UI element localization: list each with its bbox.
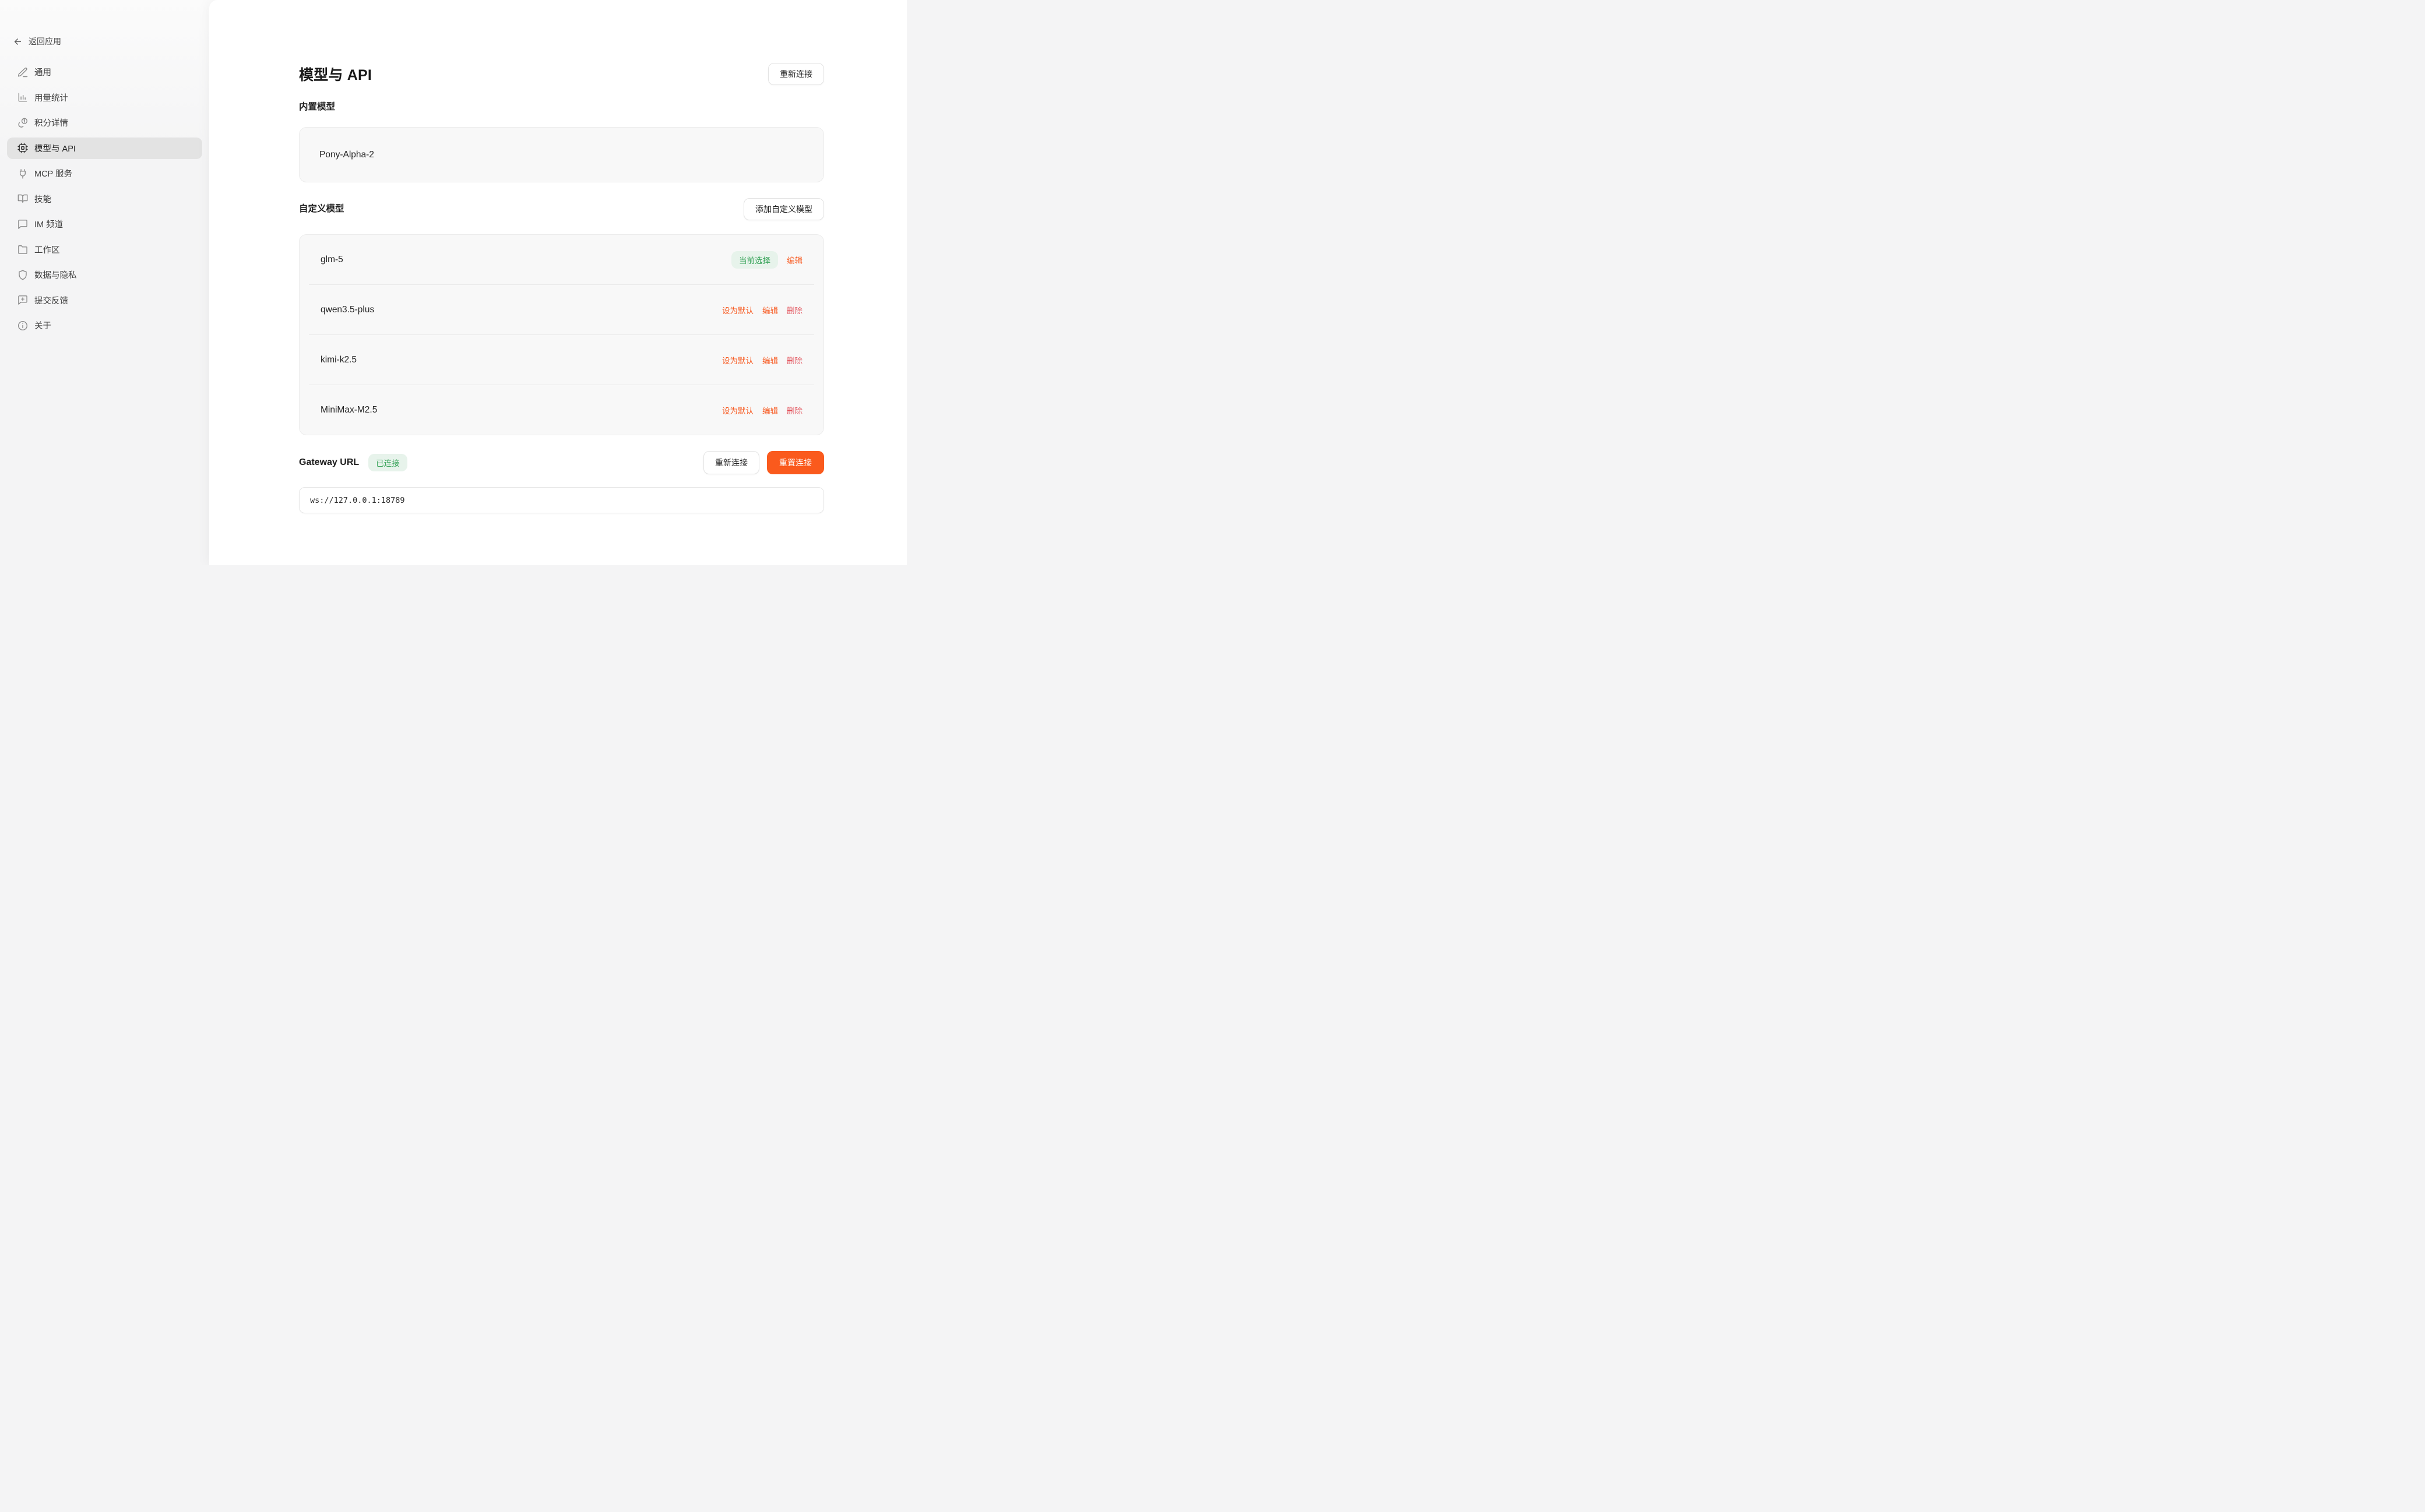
- gateway-url-left: Gateway URL 已连接: [299, 454, 407, 471]
- sidebar-item-models-api[interactable]: 模型与 API: [7, 138, 202, 159]
- sidebar-item-label: 用量统计: [34, 91, 68, 104]
- model-name: MiniMax-M2.5: [321, 405, 377, 415]
- sidebar-item-data-privacy[interactable]: 数据与隐私: [7, 264, 202, 286]
- delete-link[interactable]: 删除: [787, 354, 803, 366]
- page-header: 模型与 API 重新连接: [299, 63, 824, 85]
- sidebar-item-label: 模型与 API: [34, 142, 76, 154]
- set-default-link[interactable]: 设为默认: [722, 354, 754, 366]
- sidebar-item-workspace[interactable]: 工作区: [7, 239, 202, 260]
- gateway-buttons: 重新连接 重置连接: [703, 451, 824, 474]
- sidebar-item-feedback[interactable]: 提交反馈: [7, 290, 202, 311]
- info-icon: [17, 320, 29, 332]
- sidebar-item-label: 工作区: [34, 244, 60, 256]
- sidebar-nav: 通用 用量统计 积分详情 模型与 API MCP 服务 技能: [7, 61, 202, 340]
- chat-bubble-icon: [17, 218, 29, 230]
- delete-link[interactable]: 删除: [787, 404, 803, 416]
- shield-icon: [17, 269, 29, 281]
- sidebar-item-im-channels[interactable]: IM 频道: [7, 213, 202, 235]
- bar-chart-icon: [17, 91, 29, 103]
- folder-icon: [17, 244, 29, 255]
- builtin-model-card: Pony-Alpha-2: [299, 127, 824, 182]
- arrow-left-icon: [13, 37, 23, 47]
- custom-models-list: glm-5 当前选择 编辑 qwen3.5-plus 设为默认 编辑 删除: [299, 234, 824, 435]
- sidebar-item-label: 积分详情: [34, 117, 68, 129]
- sidebar-item-label: IM 频道: [34, 218, 63, 230]
- page-title: 模型与 API: [299, 64, 372, 84]
- model-row-qwen: qwen3.5-plus 设为默认 编辑 删除: [300, 285, 823, 334]
- edit-link[interactable]: 编辑: [762, 354, 778, 366]
- gateway-reset-button[interactable]: 重置连接: [767, 451, 824, 474]
- back-to-app-link[interactable]: 返回应用: [7, 37, 202, 46]
- model-row-kimi: kimi-k2.5 设为默认 编辑 删除: [300, 335, 823, 385]
- model-name: glm-5: [321, 255, 343, 265]
- plug-icon: [17, 168, 29, 179]
- sidebar-item-skills[interactable]: 技能: [7, 188, 202, 210]
- sidebar-item-mcp-services[interactable]: MCP 服务: [7, 163, 202, 184]
- sidebar-item-label: MCP 服务: [34, 167, 72, 179]
- sidebar-item-credits[interactable]: 积分详情: [7, 112, 202, 133]
- sidebar-item-usage-stats[interactable]: 用量统计: [7, 87, 202, 108]
- model-row-minimax: MiniMax-M2.5 设为默认 编辑 删除: [300, 385, 823, 435]
- row-actions: 设为默认 编辑 删除: [722, 304, 803, 316]
- gateway-url-label: Gateway URL: [299, 457, 359, 468]
- gateway-url-row: Gateway URL 已连接 重新连接 重置连接: [299, 451, 824, 474]
- gateway-url-input[interactable]: [299, 487, 824, 513]
- sidebar-item-label: 通用: [34, 66, 51, 78]
- back-label: 返回应用: [29, 36, 61, 47]
- model-row-glm-5: glm-5 当前选择 编辑: [300, 235, 823, 284]
- sidebar-item-label: 数据与隐私: [34, 269, 77, 281]
- main-panel: 模型与 API 重新连接 内置模型 Pony-Alpha-2 自定义模型 添加自…: [209, 0, 907, 565]
- row-actions: 当前选择 编辑: [731, 251, 803, 269]
- builtin-models-heading: 内置模型: [299, 103, 824, 112]
- edit-link[interactable]: 编辑: [762, 404, 778, 416]
- set-default-link[interactable]: 设为默认: [722, 304, 754, 316]
- sidebar: 返回应用 通用 用量统计 积分详情 模型与 API MCP 服务: [0, 0, 209, 565]
- sidebar-item-label: 技能: [34, 193, 51, 205]
- current-selection-badge: 当前选择: [731, 251, 778, 269]
- settings-window: 返回应用 通用 用量统计 积分详情 模型与 API MCP 服务: [0, 0, 907, 565]
- model-name: kimi-k2.5: [321, 355, 357, 365]
- row-actions: 设为默认 编辑 删除: [722, 404, 803, 416]
- sidebar-item-about[interactable]: 关于: [7, 315, 202, 336]
- pencil-icon: [17, 66, 29, 78]
- feedback-icon: [17, 294, 29, 306]
- gateway-reconnect-button[interactable]: 重新连接: [703, 451, 759, 474]
- sidebar-item-label: 关于: [34, 319, 51, 332]
- row-actions: 设为默认 编辑 删除: [722, 354, 803, 366]
- delete-link[interactable]: 删除: [787, 304, 803, 316]
- sidebar-item-general[interactable]: 通用: [7, 61, 202, 83]
- connected-status-badge: 已连接: [368, 454, 407, 471]
- custom-models-header: 自定义模型 添加自定义模型: [299, 198, 824, 220]
- custom-models-heading: 自定义模型: [299, 205, 344, 214]
- set-default-link[interactable]: 设为默认: [722, 404, 754, 416]
- model-name: qwen3.5-plus: [321, 305, 374, 315]
- reconnect-button[interactable]: 重新连接: [768, 63, 824, 85]
- book-open-icon: [17, 193, 29, 205]
- builtin-model-name: Pony-Alpha-2: [319, 150, 374, 160]
- add-custom-model-button[interactable]: 添加自定义模型: [744, 198, 824, 220]
- sidebar-item-label: 提交反馈: [34, 294, 68, 306]
- coins-icon: [17, 117, 29, 129]
- cpu-icon: [17, 142, 29, 154]
- edit-link[interactable]: 编辑: [787, 254, 803, 266]
- edit-link[interactable]: 编辑: [762, 304, 778, 316]
